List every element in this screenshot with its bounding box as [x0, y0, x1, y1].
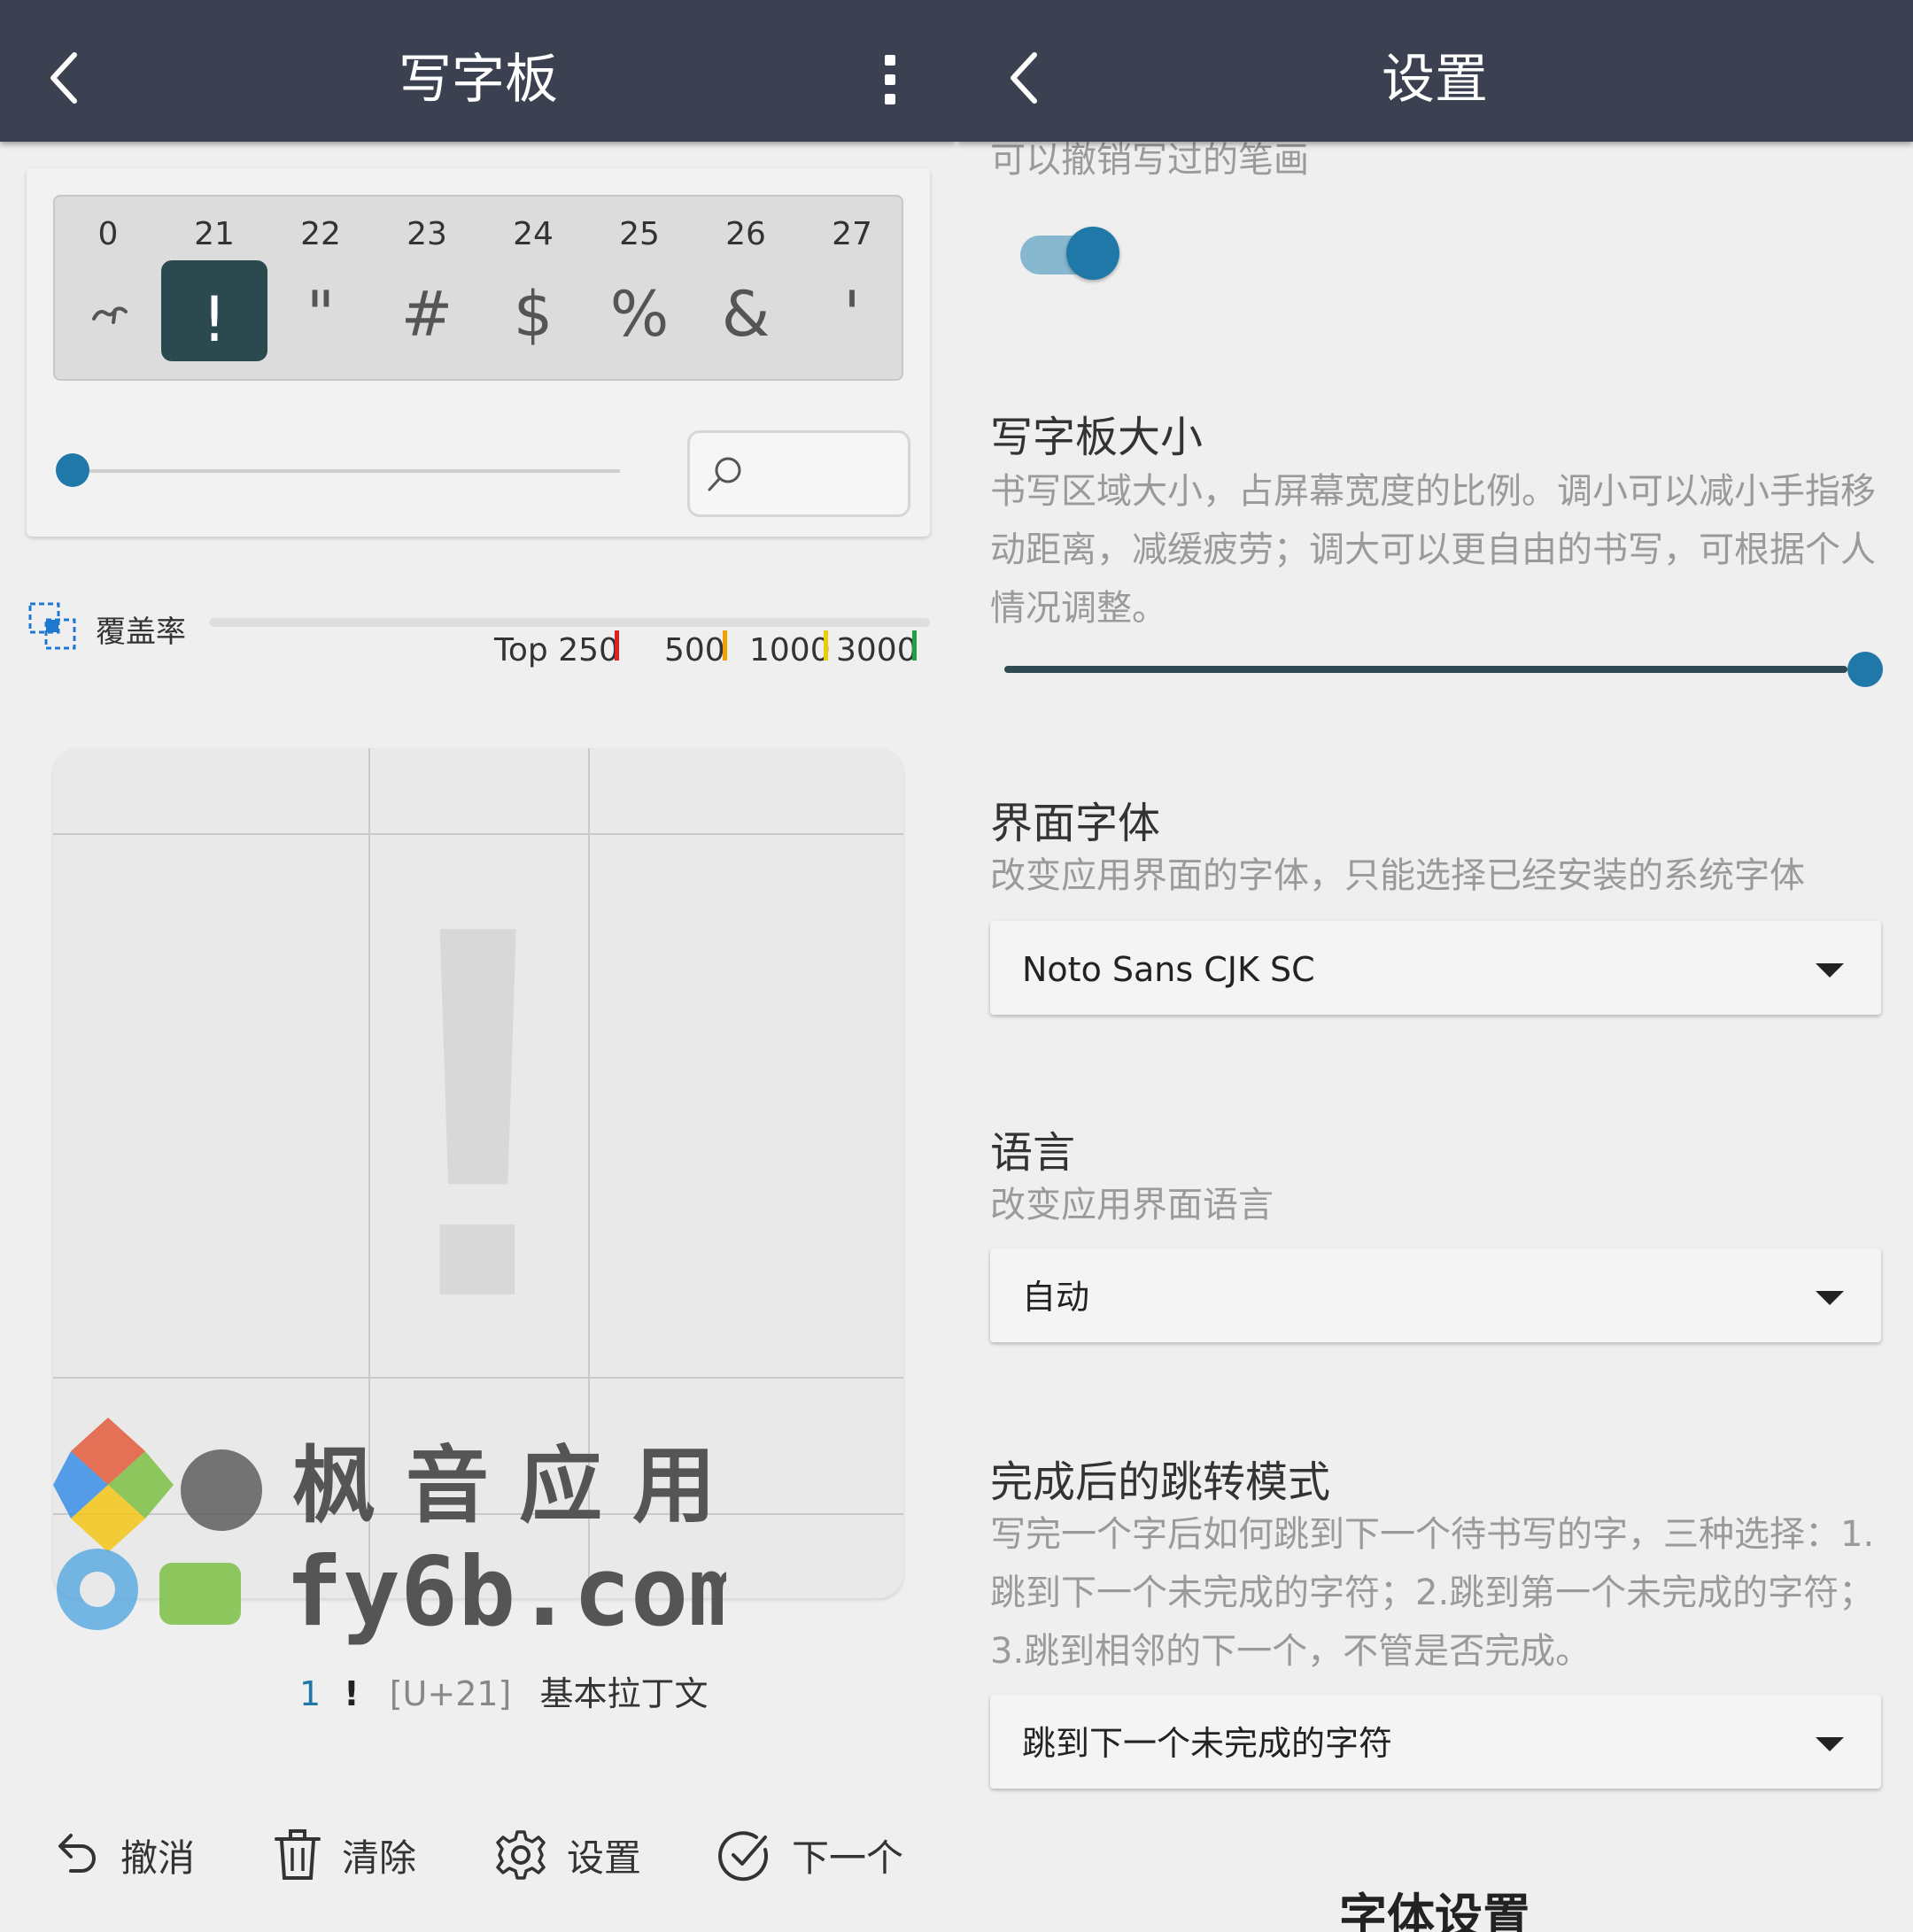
ui-font-select[interactable]: Noto Sans CJK SC: [990, 921, 1881, 1015]
page-title: 写字板: [399, 49, 558, 111]
handwritten-stroke-icon: [92, 306, 128, 324]
pad-size-slider[interactable]: [1004, 666, 1847, 673]
char-code: 22: [300, 216, 341, 252]
undo-toggle-thumb[interactable]: [1066, 227, 1119, 280]
char-cell[interactable]: 25 %: [586, 197, 693, 379]
char-glyph: !: [201, 283, 228, 356]
gear-icon: [496, 1830, 546, 1880]
search-icon: [708, 457, 741, 491]
settings-screen: 设置 可以撤销写过的笔画 写字板大小 书写区域大小，占屏幕宽度的比例。调小可以减…: [956, 0, 1913, 1932]
char-glyph: &: [721, 278, 771, 351]
char-code: 0: [97, 216, 119, 252]
char-cell[interactable]: 27 ': [799, 197, 905, 379]
jump-mode-value: 跳到下一个未完成的字符: [1022, 1724, 1393, 1763]
char-glyph: $: [513, 278, 554, 351]
character-strip: 0 21 ! 22 " 23 # 24 $ 25 % 26 & 27 ': [53, 195, 903, 381]
coverage-mark-500: 500: [664, 632, 725, 668]
font-settings-heading: 字体设置: [1339, 1889, 1530, 1932]
coverage-tick: [912, 630, 917, 661]
ui-font-desc: 改变应用界面的字体，只能选择已经安装的系统字体: [990, 855, 1805, 896]
jump-mode-title: 完成后的跳转模式: [990, 1457, 1331, 1507]
coverage-label: 覆盖率: [96, 614, 186, 650]
char-cell-selected[interactable]: 21 !: [161, 197, 267, 379]
language-value: 自动: [1022, 1278, 1090, 1317]
char-code: 21: [194, 216, 235, 252]
check-circle-icon: [718, 1831, 769, 1882]
char-code: 23: [407, 216, 447, 252]
dropdown-arrow-icon: [1816, 963, 1844, 978]
undo-label: 撤消: [120, 1835, 196, 1880]
jump-mode-select[interactable]: 跳到下一个未完成的字符: [990, 1695, 1881, 1789]
char-cell[interactable]: 24 $: [480, 197, 586, 379]
char-glyph: ': [843, 278, 861, 351]
char-glyph: ": [306, 278, 336, 351]
coverage-mark-250: Top 250: [494, 632, 619, 668]
clear-button[interactable]: 清除: [273, 1815, 416, 1895]
app-bar: 设置: [956, 0, 1913, 142]
char-codepoint: [U+21]: [389, 1674, 512, 1713]
coverage-tick: [824, 630, 828, 661]
pad-size-title: 写字板大小: [990, 413, 1204, 462]
coverage-icon: [28, 602, 76, 650]
character-picker-card: 0 21 ! 22 " 23 # 24 $ 25 % 26 & 27 ': [27, 168, 930, 537]
clear-label: 清除: [342, 1835, 417, 1880]
writing-board-screen: 写字板 0 21 ! 22 " 23 # 24 $ 25 % 26 & 27 '…: [0, 0, 956, 1932]
undo-button[interactable]: 撤消: [51, 1815, 195, 1895]
dropdown-arrow-icon: [1816, 1291, 1844, 1305]
coverage-mark-3000: 3000: [836, 632, 918, 668]
char-code: 26: [725, 216, 766, 252]
more-menu-icon[interactable]: [877, 53, 903, 106]
char-block: 基本拉丁文: [539, 1674, 709, 1713]
ui-font-title: 界面字体: [990, 799, 1161, 848]
next-label: 下一个: [792, 1835, 904, 1880]
page-title: 设置: [1382, 49, 1488, 111]
char-code: 27: [832, 216, 872, 252]
coverage-mark-1000: 1000: [749, 632, 831, 668]
char-code: 25: [619, 216, 660, 252]
undo-icon: [58, 1834, 96, 1873]
settings-label: 设置: [567, 1835, 642, 1880]
char-cell[interactable]: 0: [55, 197, 161, 379]
reference-glyph: !: [390, 815, 567, 1408]
app-bar: 写字板: [0, 0, 956, 142]
char-cell[interactable]: 26 &: [693, 197, 799, 379]
pad-size-desc: 书写区域大小，占屏幕宽度的比例。调小可以减小手指移动距离，减缓疲劳；调大可以更自…: [990, 471, 1876, 629]
pad-size-slider-thumb[interactable]: [1847, 652, 1883, 687]
jump-mode-desc: 写完一个字后如何跳到下一个待书写的字，三种选择：1.跳到下一个未完成的字符；2.…: [990, 1514, 1875, 1672]
coverage-tick: [615, 630, 619, 661]
character-info: 1 ! [U+21] 基本拉丁文: [299, 1666, 709, 1715]
language-title: 语言: [990, 1128, 1076, 1178]
watermark-logo: 枫音应用 fy6b.com: [53, 1418, 726, 1648]
language-select[interactable]: 自动: [990, 1248, 1881, 1342]
coverage-tick: [723, 630, 727, 661]
next-button[interactable]: 下一个: [716, 1815, 903, 1895]
char-index: 1: [299, 1674, 321, 1713]
char-glyph: %: [609, 278, 670, 351]
ui-font-value: Noto Sans CJK SC: [1022, 950, 1315, 989]
strip-scroll-thumb[interactable]: [56, 453, 89, 487]
char-glyph: #: [400, 278, 453, 351]
search-input[interactable]: [687, 430, 910, 517]
trash-icon: [275, 1829, 321, 1880]
coverage-bar: [209, 618, 930, 627]
svg-text:枫音应用: 枫音应用: [292, 1438, 726, 1534]
svg-text:fy6b.com: fy6b.com: [285, 1537, 726, 1648]
dropdown-arrow-icon: [1816, 1737, 1844, 1751]
char-value: !: [344, 1674, 360, 1713]
char-cell[interactable]: 22 ": [267, 197, 374, 379]
bottom-toolbar: 撤消 清除 设置 下一个: [0, 1815, 956, 1895]
language-desc: 改变应用界面语言: [990, 1185, 1274, 1225]
settings-button[interactable]: 设置: [494, 1815, 641, 1895]
strip-scroll-track[interactable]: [71, 469, 620, 473]
char-code: 24: [513, 216, 554, 252]
char-cell[interactable]: 23 #: [374, 197, 480, 379]
